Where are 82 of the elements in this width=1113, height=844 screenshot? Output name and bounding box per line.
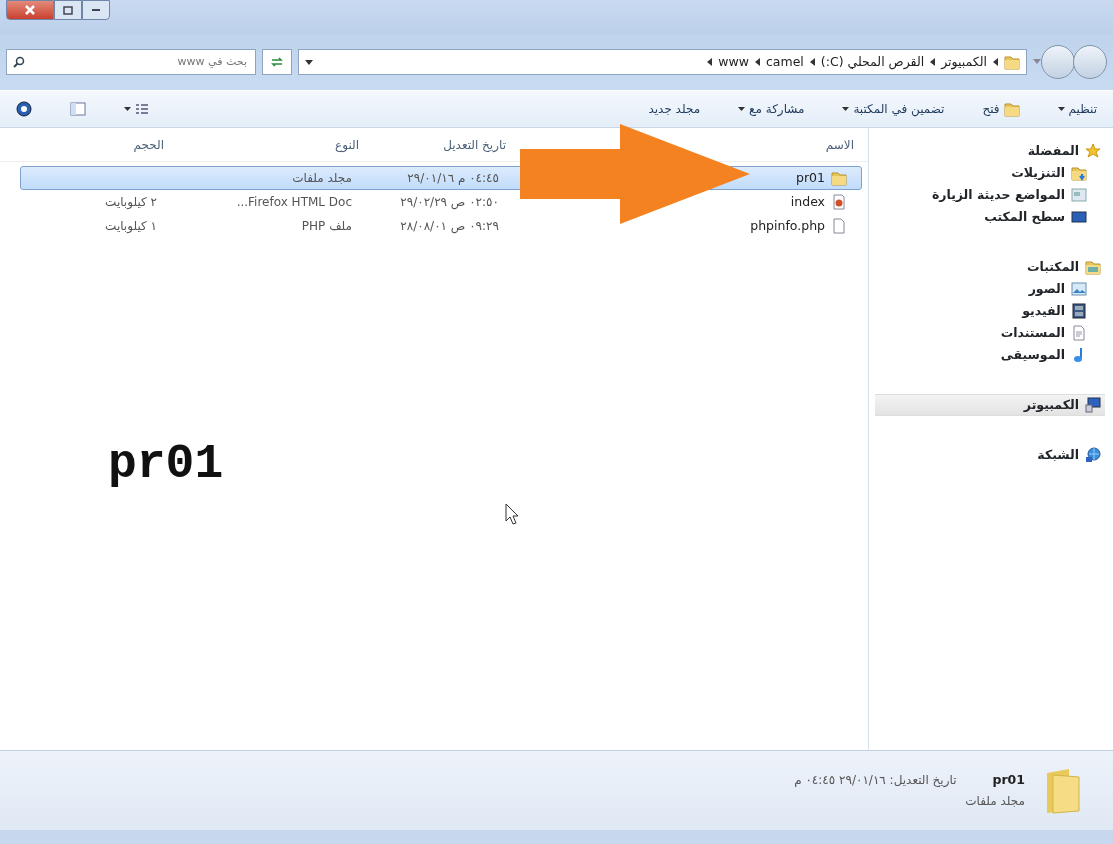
monitor-icon	[1071, 209, 1087, 225]
file-name: pr01	[796, 168, 825, 187]
picture-icon	[1071, 281, 1087, 297]
caret-icon	[124, 107, 131, 111]
search-icon	[13, 56, 25, 68]
maximize-icon	[63, 5, 73, 15]
breadcrumb[interactable]: www	[718, 52, 749, 72]
maximize-button[interactable]	[54, 0, 82, 20]
date-modified: ٠٩:٢٩ ص ٢٨/٠٨/٠١	[400, 219, 499, 233]
toolbar-button[interactable]: مجلد جديد	[644, 98, 705, 120]
status-detail: تاريخ التعديل: ٢٩/٠١/١٦ ٠٤:٤٥ م	[794, 771, 957, 789]
toolbar-button[interactable]: مشاركة مع	[734, 98, 809, 120]
blank-file-icon	[831, 218, 847, 234]
toolbar-button[interactable]: تنظيم	[1053, 98, 1101, 120]
file-size: ١ كيلوبايت	[105, 219, 157, 233]
file-size: ٢ كيلوبايت	[105, 195, 157, 209]
folder-icon	[1071, 165, 1087, 181]
star-icon	[1085, 143, 1101, 159]
file-name: index	[790, 192, 825, 211]
folder-icon	[1004, 54, 1020, 70]
file-type: Firefox HTML Doc...	[236, 195, 352, 209]
list-view-icon	[135, 103, 149, 115]
nav-item[interactable]: الشبكة	[883, 444, 1105, 466]
nav-item[interactable]: سطح المكتب	[883, 206, 1105, 228]
breadcrumb[interactable]: القرص المحلي (C:)	[820, 52, 925, 72]
caret-icon	[738, 107, 746, 111]
breadcrumb-arrow-icon	[930, 58, 936, 66]
nav-item[interactable]: الموسيقى	[883, 344, 1105, 366]
globe-icon	[1085, 447, 1101, 463]
caption-text: pr01	[108, 436, 224, 493]
document-icon	[1071, 325, 1087, 341]
close-icon	[24, 4, 36, 16]
pane-icon	[70, 102, 86, 116]
status-type: مجلد ملفات	[964, 793, 1025, 811]
close-button[interactable]	[6, 0, 54, 20]
breadcrumb-arrow-icon	[707, 58, 713, 66]
nav-item[interactable]: المواضع حديثة الزيارة	[883, 184, 1105, 206]
column-header[interactable]: تاريخ التعديل	[443, 137, 506, 152]
column-header[interactable]: النوع	[335, 137, 359, 152]
nav-item[interactable]: الصور	[883, 278, 1105, 300]
nav-item[interactable]: الفيديو	[883, 300, 1105, 322]
breadcrumb[interactable]: الكمبيوتر	[941, 52, 987, 72]
html-file-icon	[831, 194, 847, 210]
nav-item[interactable]: المستندات	[883, 322, 1105, 344]
date-modified: ٠٤:٤٥ م ٢٩/٠١/١٦	[407, 171, 499, 185]
refresh-arrows-icon	[270, 56, 284, 68]
caret-icon	[842, 107, 850, 111]
nav-item[interactable]: الكمبيوتر	[875, 394, 1105, 416]
column-header[interactable]: الاسم	[825, 135, 854, 154]
file-type: ملف PHP	[301, 219, 352, 233]
file-type: مجلد ملفات	[292, 171, 352, 185]
minimize-icon	[91, 8, 101, 12]
back-button[interactable]	[1073, 45, 1107, 79]
search-field[interactable]: بحث في www	[6, 49, 256, 75]
date-modified: ٠٢:٥٠ ص ٢٩/٠٢/٢٩	[400, 195, 499, 209]
forward-button[interactable]	[1041, 45, 1075, 79]
caret-icon	[1057, 107, 1065, 111]
refresh-button[interactable]	[262, 49, 292, 75]
computer-icon	[1085, 397, 1101, 413]
breadcrumb-arrow-icon	[809, 58, 815, 66]
minimize-button[interactable]	[82, 0, 110, 20]
breadcrumb-arrow-icon	[754, 58, 760, 66]
nav-item[interactable]: التنزيلات	[883, 162, 1105, 184]
folder-icon	[1003, 101, 1020, 117]
toolbar-button[interactable]: تضمين في المكتبة	[838, 98, 949, 120]
toolbar-button[interactable]: فتح	[978, 98, 1024, 120]
window-icon	[1071, 187, 1087, 203]
breadcrumb-arrow-icon	[993, 58, 998, 66]
folder-icon	[1085, 259, 1101, 275]
search-input[interactable]: بحث في www	[49, 52, 249, 72]
breadcrumb[interactable]: camel	[765, 52, 804, 72]
file-name: phpinfo.php	[750, 216, 825, 235]
help-icon	[16, 101, 32, 117]
status-name: pr01	[992, 770, 1025, 789]
column-header[interactable]: الحجم	[133, 137, 164, 152]
film-icon	[1071, 303, 1087, 319]
nav-item[interactable]: المكتبات	[883, 256, 1105, 278]
dropdown-caret-icon	[305, 59, 313, 65]
mouse-pointer-icon	[505, 503, 519, 525]
nav-item[interactable]: المفضلة	[883, 140, 1105, 162]
folder-icon	[831, 170, 847, 186]
history-caret-icon	[1033, 59, 1041, 65]
